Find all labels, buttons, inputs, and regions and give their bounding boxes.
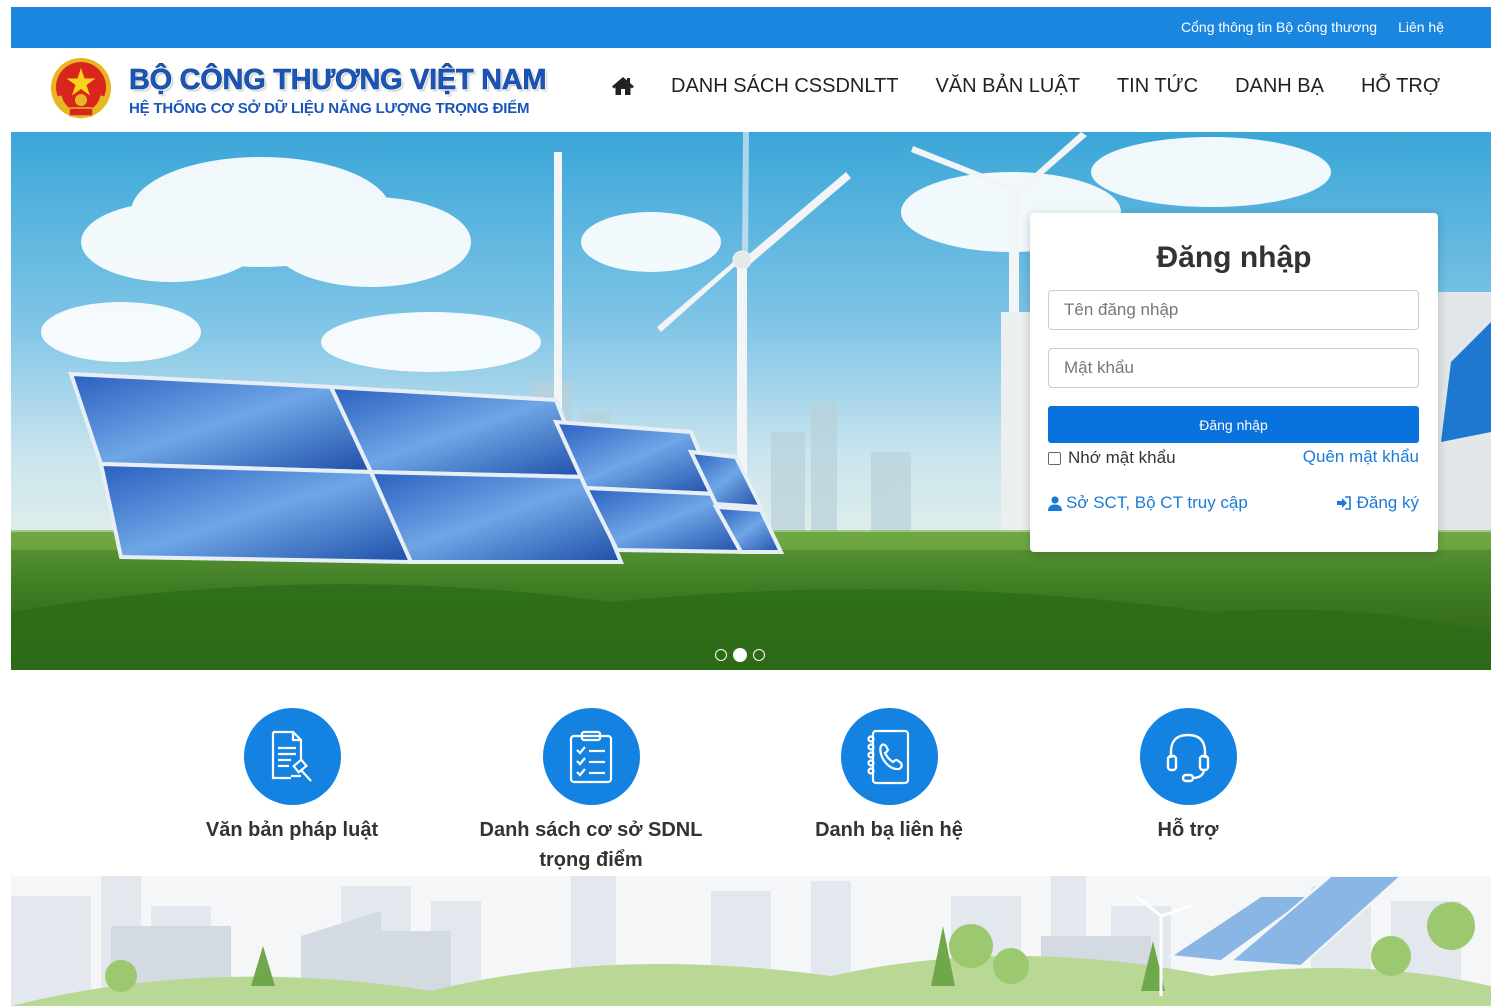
brand-subtitle: HỆ THỐNG CƠ SỞ DỮ LIỆU NĂNG LƯỢNG TRỌNG …	[129, 100, 530, 117]
sign-in-icon	[1336, 496, 1351, 510]
city-background-image	[11, 876, 1491, 1006]
feature-label: Văn bản pháp luật	[205, 819, 379, 841]
portal-link[interactable]: Cổng thông tin Bộ công thương	[1181, 19, 1377, 35]
feature-danh-sach[interactable]: Danh sách cơ sở SDNL trọng điểm	[461, 708, 721, 875]
sct-access-link[interactable]: Sở SCT, Bộ CT truy cập	[1048, 493, 1248, 513]
feature-label: Danh sách cơ sở SDNL trọng điểm	[479, 819, 703, 871]
username-input[interactable]	[1048, 290, 1419, 330]
carousel-dot[interactable]	[715, 649, 727, 661]
main-nav: DANH SÁCH CSSDNLTT VĂN BẢN LUẬT TIN TỨC …	[611, 74, 1477, 98]
sct-access-label: Sở SCT, Bộ CT truy cập	[1066, 493, 1248, 512]
top-links: Cổng thông tin Bộ công thương Liên hệ	[1181, 19, 1444, 35]
password-input[interactable]	[1048, 348, 1419, 388]
feature-circle[interactable]	[840, 708, 938, 805]
national-emblem-icon[interactable]	[49, 56, 113, 122]
top-bar: Cổng thông tin Bộ công thương Liên hệ	[11, 7, 1491, 48]
city-illustration	[11, 876, 1491, 1006]
home-icon[interactable]	[611, 74, 635, 98]
login-card: Đăng nhập Đăng nhập Nhớ mật khẩu Quên mậ…	[1030, 213, 1438, 552]
login-title: Đăng nhập	[1156, 241, 1312, 274]
feature-circle[interactable]	[1139, 708, 1237, 805]
nav-item-tin-tuc[interactable]: TIN TỨC	[1117, 75, 1198, 98]
feature-danh-ba[interactable]: Danh bạ liên hệ	[759, 708, 1019, 845]
carousel-dots	[715, 648, 765, 662]
remember-checkbox[interactable]	[1048, 451, 1061, 465]
contact-link[interactable]: Liên hệ	[1398, 19, 1444, 35]
nav-item-danh-sach[interactable]: DANH SÁCH CSSDNLTT	[671, 75, 898, 98]
remember-label: Nhớ mật khẩu	[1068, 448, 1176, 467]
register-link[interactable]: Đăng ký	[1336, 493, 1419, 513]
brand[interactable]: BỘ CÔNG THƯƠNG VIỆT NAM HỆ THỐNG CƠ SỞ D…	[129, 64, 547, 117]
brand-title: BỘ CÔNG THƯƠNG VIỆT NAM	[129, 64, 547, 97]
feature-circle[interactable]	[243, 708, 341, 805]
feature-circle[interactable]	[542, 708, 640, 805]
nav-item-ho-tro[interactable]: HỖ TRỢ	[1361, 75, 1440, 98]
document-icon	[271, 730, 312, 782]
carousel-dot-active[interactable]	[733, 648, 747, 662]
carousel-dot[interactable]	[753, 649, 765, 661]
phonebook-icon	[867, 729, 910, 784]
page: Cổng thông tin Bộ công thương Liên hệ BỘ…	[0, 0, 1491, 1006]
remember-me[interactable]: Nhớ mật khẩu	[1048, 448, 1176, 468]
login-button[interactable]: Đăng nhập	[1048, 406, 1419, 443]
register-label: Đăng ký	[1356, 493, 1419, 512]
feature-ho-tro[interactable]: Hỗ trợ	[1058, 708, 1318, 845]
header: BỘ CÔNG THƯƠNG VIỆT NAM HỆ THỐNG CƠ SỞ D…	[11, 48, 1491, 132]
feature-label: Hỗ trợ	[1157, 819, 1219, 841]
nav-item-danh-ba[interactable]: DANH BẠ	[1235, 75, 1324, 98]
user-icon	[1048, 495, 1062, 511]
checklist-icon	[569, 730, 613, 783]
feature-label: Danh bạ liên hệ	[815, 819, 963, 841]
feature-van-ban[interactable]: Văn bản pháp luật	[162, 708, 422, 845]
forgot-password-link[interactable]: Quên mật khẩu	[1303, 447, 1419, 467]
nav-item-van-ban-luat[interactable]: VĂN BẢN LUẬT	[935, 75, 1079, 98]
headset-icon	[1166, 733, 1210, 782]
